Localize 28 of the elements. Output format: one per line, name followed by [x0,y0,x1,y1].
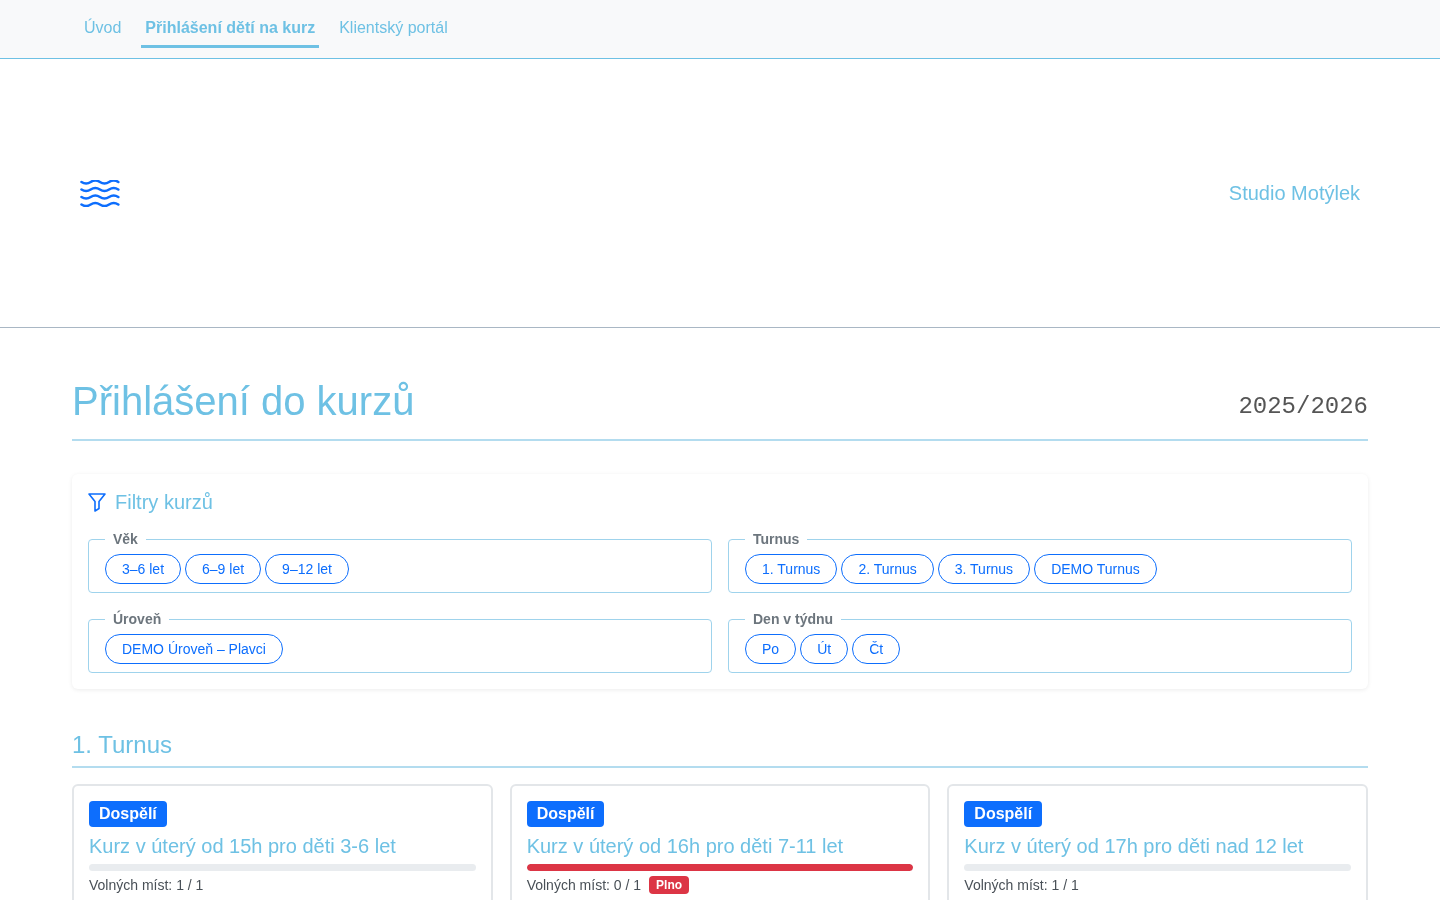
season-label: 2025/2026 [1238,393,1368,422]
filters-title: Filtry kurzů [115,490,213,514]
free-places-text: Volných míst: 0 / 1 [526,876,642,894]
section-title: 1. Turnus [72,731,1368,768]
free-places-text: Volných míst: 1 / 1 [964,876,1079,894]
filter-chip[interactable]: 3. Turnus [937,554,1031,584]
filter-chip[interactable]: Čt [852,634,901,664]
filter-chip[interactable]: Út [800,634,849,664]
filter-group-label: Turnus [752,531,801,548]
filter-icon [88,492,106,512]
free-places-text: Volných míst: 1 / 1 [89,876,204,894]
category-badge: Dospělí [964,801,1043,827]
filter-chip[interactable]: DEMO Úroveň – Plavci [105,634,283,664]
category-badge: Dospělí [89,801,167,827]
filter-chip[interactable]: Po [745,634,797,664]
filter-chip[interactable]: 1. Turnus [745,554,838,584]
filter-chip[interactable]: 9–12 let [265,554,349,584]
filter-chip[interactable]: 6–9 let [185,554,262,584]
full-badge: Plno [649,876,690,894]
filter-chip[interactable]: 2. Turnus [841,554,934,584]
filter-chip[interactable]: DEMO Turnus [1034,554,1157,584]
waves-icon [80,179,120,207]
page-title: Přihlášení do kurzů [72,378,415,425]
filter-chip[interactable]: 3–6 let [105,554,182,584]
category-badge: Dospělí [526,801,605,827]
filter-group-label: Den v týdnu [752,611,835,628]
filter-group-label: Úroveň [112,611,163,628]
filter-group-label: Věk [112,531,139,548]
